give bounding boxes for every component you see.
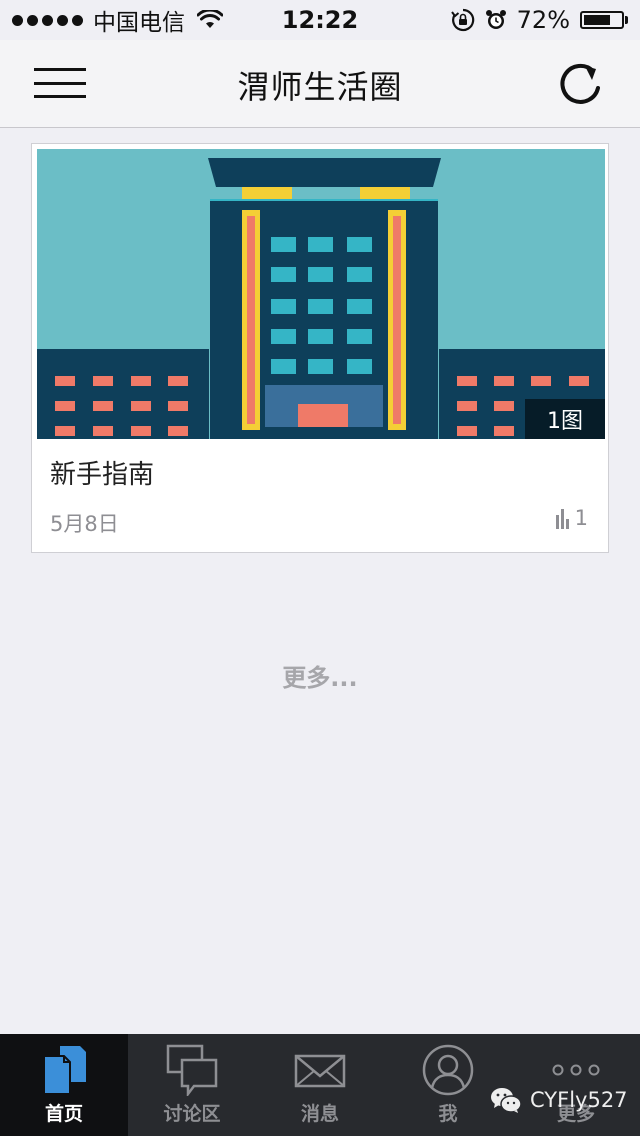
tab-home[interactable]: 首页 xyxy=(0,1034,128,1136)
user-icon xyxy=(422,1044,474,1096)
document-icon xyxy=(43,1046,86,1095)
load-more-link[interactable]: 更多... xyxy=(0,658,640,693)
chat-bubbles-icon xyxy=(166,1044,218,1096)
status-left: 中国电信 xyxy=(0,3,223,37)
tab-label-me: 我 xyxy=(438,1103,458,1125)
tab-label-messages: 消息 xyxy=(300,1103,339,1125)
post-views: 1 xyxy=(555,506,588,530)
photo-count-badge: 1图 xyxy=(525,399,605,439)
views-bar-icon xyxy=(555,509,569,529)
battery-level-fill xyxy=(584,15,610,25)
navigation-bar: 渭师生活圈 xyxy=(0,40,640,128)
post-card[interactable]: 1图 新手指南 5月8日 1 xyxy=(31,143,609,553)
wechat-watermark: CYFly527 xyxy=(490,1086,628,1114)
tab-discussion[interactable]: 讨论区 xyxy=(128,1034,256,1136)
building-illustration xyxy=(37,149,605,439)
alarm-icon xyxy=(485,10,506,29)
carrier-name: 中国电信 xyxy=(93,10,185,36)
wechat-icon xyxy=(491,1088,522,1113)
post-date: 5月8日 xyxy=(50,512,119,536)
signal-strength-icon xyxy=(12,14,83,26)
tab-messages[interactable]: 消息 xyxy=(256,1034,384,1136)
tab-label-discussion: 讨论区 xyxy=(163,1103,221,1125)
status-bar: 中国电信 12:22 72% xyxy=(0,0,640,40)
wifi-icon xyxy=(197,10,223,28)
post-cover-image[interactable]: 1图 xyxy=(37,149,605,439)
battery-percentage: 72% xyxy=(516,6,570,34)
tab-me[interactable]: 我 xyxy=(384,1034,512,1136)
tab-label-home: 首页 xyxy=(44,1103,83,1125)
tab-more[interactable]: 更多 xyxy=(512,1034,640,1136)
refresh-icon[interactable] xyxy=(556,58,604,110)
watermark-text: CYFly527 xyxy=(530,1088,628,1112)
tab-bar: 首页 讨论区 消息 我 更多 xyxy=(0,1034,640,1136)
status-right: 72% xyxy=(450,6,640,34)
post-title[interactable]: 新手指南 xyxy=(50,454,154,491)
envelope-icon xyxy=(294,1054,346,1088)
views-count: 1 xyxy=(574,506,588,530)
battery-icon xyxy=(580,11,628,29)
page-title: 渭师生活圈 xyxy=(237,68,403,106)
rotation-lock-icon xyxy=(450,8,474,32)
